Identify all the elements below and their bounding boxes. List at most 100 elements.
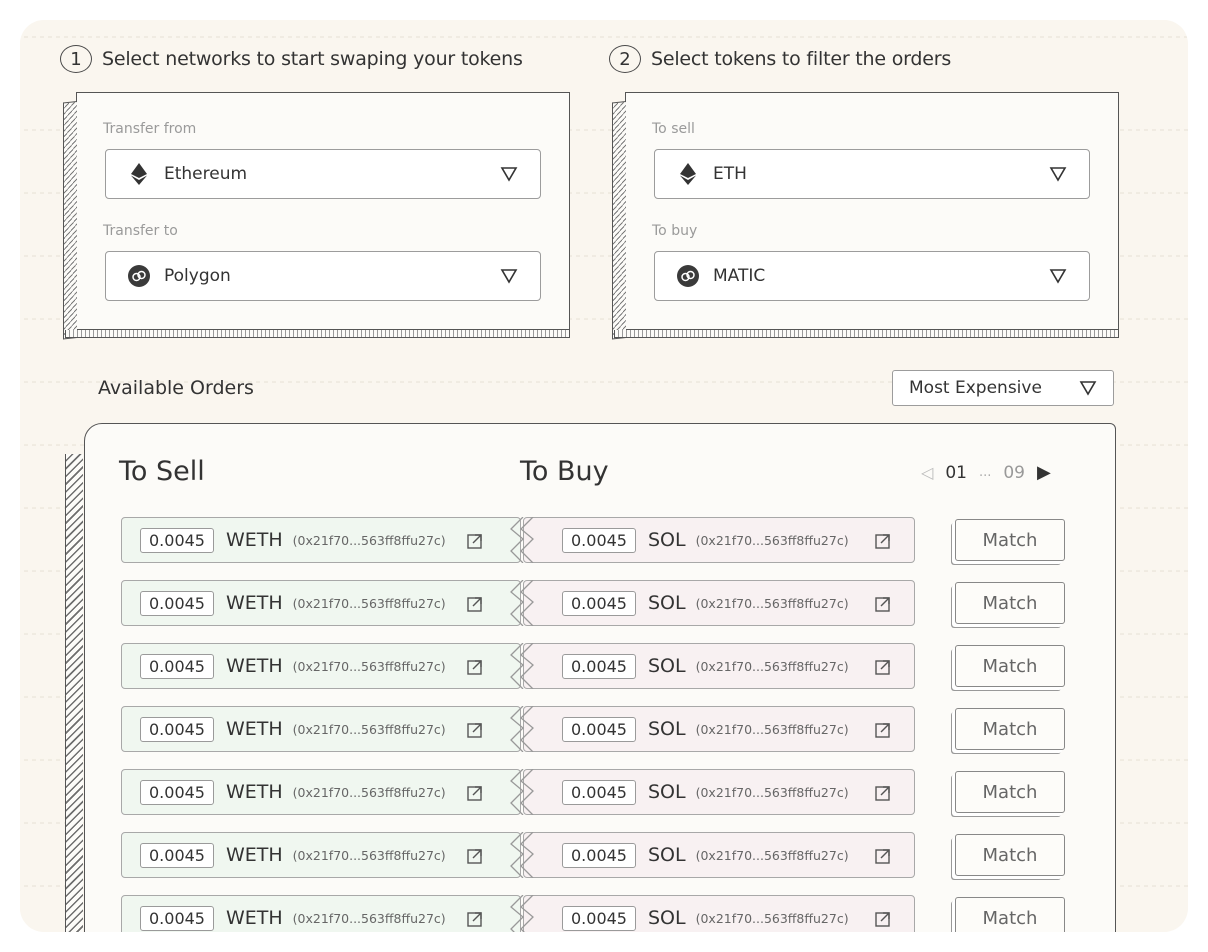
- sort-select[interactable]: Most Expensive: [892, 370, 1114, 406]
- buy-side: 0.0045 SOL (0x21f70...563ff8ffu27c): [523, 895, 915, 932]
- sell-address: (0x21f70...563ff8ffu27c): [292, 784, 446, 800]
- match-button[interactable]: Match: [955, 708, 1065, 750]
- buy-amount: 0.0045: [562, 905, 636, 931]
- chevron-down-icon: [1049, 269, 1067, 284]
- order-row: 0.0045 WETH (0x21f70...563ff8ffu27c) 0.0…: [121, 832, 1071, 880]
- sell-side: 0.0045 WETH (0x21f70...563ff8ffu27c): [121, 706, 521, 752]
- sell-address: (0x21f70...563ff8ffu27c): [292, 658, 446, 674]
- buy-address: (0x21f70...563ff8ffu27c): [695, 532, 849, 548]
- buy-address: (0x21f70...563ff8ffu27c): [695, 658, 849, 674]
- ethereum-icon: [677, 163, 699, 185]
- col-head-to-buy: To Buy: [520, 456, 609, 487]
- buy-amount: 0.0045: [562, 779, 636, 805]
- swap-divider-icon: [510, 517, 534, 563]
- app-canvas: 1 Select networks to start swaping your …: [20, 20, 1188, 932]
- sell-side: 0.0045 WETH (0x21f70...563ff8ffu27c): [121, 643, 521, 689]
- external-link-icon[interactable]: [874, 532, 892, 550]
- prev-page-icon[interactable]: ◁: [921, 463, 933, 482]
- sell-amount: 0.0045: [140, 842, 214, 868]
- sell-side: 0.0045 WETH (0x21f70...563ff8ffu27c): [121, 580, 521, 626]
- swap-divider-icon: [510, 895, 534, 932]
- buy-amount: 0.0045: [562, 842, 636, 868]
- external-link-icon[interactable]: [874, 784, 892, 802]
- sell-amount: 0.0045: [140, 527, 214, 553]
- transfer-from-label: Transfer from: [103, 121, 197, 137]
- swap-divider-icon: [510, 580, 534, 626]
- sell-side: 0.0045 WETH (0x21f70...563ff8ffu27c): [121, 769, 521, 815]
- step-1-heading: 1 Select networks to start swaping your …: [60, 45, 523, 73]
- step-2-heading: 2 Select tokens to filter the orders: [609, 45, 951, 73]
- step-title: Select networks to start swaping your to…: [102, 48, 523, 70]
- match-button[interactable]: Match: [955, 771, 1065, 813]
- buy-token: SOL: [647, 592, 686, 614]
- sell-token: WETH: [225, 592, 283, 614]
- external-link-icon[interactable]: [874, 721, 892, 739]
- sell-token: WETH: [225, 718, 283, 740]
- step-number: 2: [609, 45, 641, 73]
- sell-token: WETH: [225, 907, 283, 929]
- to-sell-select[interactable]: ETH: [654, 149, 1090, 199]
- sell-side: 0.0045 WETH (0x21f70...563ff8ffu27c): [121, 895, 521, 932]
- external-link-icon[interactable]: [466, 910, 484, 928]
- buy-amount: 0.0045: [562, 653, 636, 679]
- external-link-icon[interactable]: [466, 847, 484, 865]
- match-button[interactable]: Match: [955, 834, 1065, 876]
- sell-address: (0x21f70...563ff8ffu27c): [292, 847, 446, 863]
- external-link-icon[interactable]: [466, 721, 484, 739]
- external-link-icon[interactable]: [466, 532, 484, 550]
- panel-side-shading: [65, 454, 83, 932]
- networks-panel: Transfer from Ethereum Transfer to Polyg…: [63, 92, 570, 340]
- match-button[interactable]: Match: [955, 582, 1065, 624]
- swap-divider-icon: [510, 706, 534, 752]
- sort-value: Most Expensive: [909, 378, 1042, 398]
- external-link-icon[interactable]: [874, 847, 892, 865]
- transfer-to-select[interactable]: Polygon: [105, 251, 541, 301]
- sell-amount: 0.0045: [140, 779, 214, 805]
- chevron-down-icon: [1079, 381, 1097, 396]
- external-link-icon[interactable]: [874, 658, 892, 676]
- buy-side: 0.0045 SOL (0x21f70...563ff8ffu27c): [523, 706, 915, 752]
- sell-token: WETH: [225, 781, 283, 803]
- sell-amount: 0.0045: [140, 590, 214, 616]
- polygon-icon: [128, 265, 150, 287]
- transfer-to-label: Transfer to: [103, 223, 178, 239]
- sell-token: WETH: [225, 655, 283, 677]
- match-button[interactable]: Match: [955, 645, 1065, 687]
- sell-address: (0x21f70...563ff8ffu27c): [292, 595, 446, 611]
- transfer-to-value: Polygon: [164, 266, 231, 286]
- to-buy-select[interactable]: MATIC: [654, 251, 1090, 301]
- current-page[interactable]: 01: [945, 463, 967, 483]
- sell-address: (0x21f70...563ff8ffu27c): [292, 532, 446, 548]
- chevron-down-icon: [1049, 167, 1067, 182]
- transfer-from-select[interactable]: Ethereum: [105, 149, 541, 199]
- sell-amount: 0.0045: [140, 716, 214, 742]
- sell-token: WETH: [225, 844, 283, 866]
- buy-side: 0.0045 SOL (0x21f70...563ff8ffu27c): [523, 769, 915, 815]
- buy-side: 0.0045 SOL (0x21f70...563ff8ffu27c): [523, 580, 915, 626]
- next-page-icon[interactable]: ▶: [1037, 462, 1051, 483]
- sell-address: (0x21f70...563ff8ffu27c): [292, 721, 446, 737]
- external-link-icon[interactable]: [466, 658, 484, 676]
- sell-side: 0.0045 WETH (0x21f70...563ff8ffu27c): [121, 832, 521, 878]
- ethereum-icon: [128, 163, 150, 185]
- external-link-icon[interactable]: [466, 595, 484, 613]
- match-button[interactable]: Match: [955, 897, 1065, 932]
- external-link-icon[interactable]: [874, 595, 892, 613]
- buy-amount: 0.0045: [562, 590, 636, 616]
- last-page[interactable]: 09: [1003, 463, 1025, 483]
- to-sell-label: To sell: [652, 121, 695, 137]
- buy-token: SOL: [647, 655, 686, 677]
- step-number: 1: [60, 45, 92, 73]
- external-link-icon[interactable]: [874, 910, 892, 928]
- swap-divider-icon: [510, 769, 534, 815]
- buy-address: (0x21f70...563ff8ffu27c): [695, 721, 849, 737]
- col-head-to-sell: To Sell: [119, 456, 205, 487]
- buy-token: SOL: [647, 907, 686, 929]
- external-link-icon[interactable]: [466, 784, 484, 802]
- buy-side: 0.0045 SOL (0x21f70...563ff8ffu27c): [523, 517, 915, 563]
- buy-token: SOL: [647, 844, 686, 866]
- orders-panel: To Sell To Buy ◁ 01 ... 09 ▶ 0.0045 WETH…: [65, 423, 1116, 932]
- buy-amount: 0.0045: [562, 527, 636, 553]
- panel-bottom-shading: [614, 330, 1119, 338]
- match-button[interactable]: Match: [955, 519, 1065, 561]
